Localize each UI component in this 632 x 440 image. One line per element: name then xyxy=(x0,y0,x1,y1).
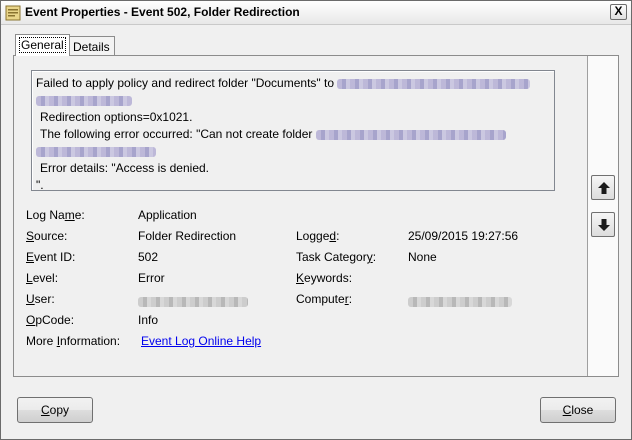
previous-event-button[interactable] xyxy=(591,175,615,200)
message-line: Error details: "Access is denied. xyxy=(36,160,550,177)
close-icon: X xyxy=(614,4,623,18)
tab-general-label: General xyxy=(19,37,66,53)
level-value: Error xyxy=(138,271,165,285)
redacted-path xyxy=(315,129,506,140)
user-label: User: xyxy=(26,292,55,306)
message-line-6: Error details: "Access is denied. xyxy=(40,161,209,175)
message-line: ". xyxy=(36,177,550,191)
opcode-label: OpCode: xyxy=(26,313,75,327)
event-id-value: 502 xyxy=(138,250,159,264)
keywords-label: Keywords: xyxy=(296,271,353,285)
computer-value xyxy=(408,294,512,308)
source-value: Folder Redirection xyxy=(138,229,237,243)
event-description-box[interactable]: Failed to apply policy and redirect fold… xyxy=(31,70,555,191)
window-title: Event Properties - Event 502, Folder Red… xyxy=(25,5,300,19)
event-viewer-icon xyxy=(5,5,21,21)
redacted-path xyxy=(36,146,156,157)
redacted-user xyxy=(138,296,248,307)
general-content: Failed to apply policy and redirect fold… xyxy=(14,56,588,376)
copy-button-label: Copy xyxy=(40,403,70,417)
message-line xyxy=(36,143,550,160)
message-line-7: ". xyxy=(36,178,44,191)
computer-label: Computer: xyxy=(296,292,353,306)
tab-details-label: Details xyxy=(73,40,110,54)
more-information-label: More Information: xyxy=(26,334,121,348)
title-bar[interactable]: Event Properties - Event 502, Folder Red… xyxy=(1,1,631,25)
event-id-label: Event ID: xyxy=(26,250,76,264)
event-log-online-help-link[interactable]: Event Log Online Help xyxy=(141,334,261,348)
log-name-value: Application xyxy=(138,208,197,222)
tab-details[interactable]: Details xyxy=(68,36,115,56)
user-value xyxy=(138,294,248,308)
level-label: Level: xyxy=(26,271,59,285)
redacted-computer xyxy=(408,296,512,307)
arrow-up-icon xyxy=(598,182,610,194)
opcode-value: Info xyxy=(138,313,159,327)
source-label: Source: xyxy=(26,229,68,243)
next-event-button[interactable] xyxy=(591,212,615,237)
logged-label: Logged: xyxy=(296,229,340,243)
message-line xyxy=(36,92,550,109)
redacted-path xyxy=(36,95,132,106)
tab-general[interactable]: General xyxy=(15,34,70,56)
message-line-1: Failed to apply policy and redirect fold… xyxy=(36,76,335,90)
arrow-down-icon xyxy=(598,219,610,231)
close-button-label: Close xyxy=(562,403,594,417)
close-button[interactable]: Close xyxy=(540,397,616,423)
task-category-value: None xyxy=(408,250,437,264)
log-name-label: Log Name: xyxy=(26,208,85,222)
message-line: The following error occurred: "Can not c… xyxy=(36,126,550,143)
window-close-button[interactable]: X xyxy=(610,4,627,20)
message-line-4: The following error occurred: "Can not c… xyxy=(40,127,313,141)
task-category-label: Task Category: xyxy=(296,250,377,264)
redacted-path xyxy=(337,78,531,89)
general-tab-panel: Failed to apply policy and redirect fold… xyxy=(13,55,619,377)
copy-button[interactable]: Copy xyxy=(17,397,93,423)
message-line: Failed to apply policy and redirect fold… xyxy=(36,75,550,92)
message-line: Redirection options=0x1021. xyxy=(36,109,550,126)
logged-value: 25/09/2015 19:27:56 xyxy=(408,229,519,243)
event-properties-window: Event Properties - Event 502, Folder Red… xyxy=(0,0,632,440)
message-line-3: Redirection options=0x1021. xyxy=(40,110,193,124)
